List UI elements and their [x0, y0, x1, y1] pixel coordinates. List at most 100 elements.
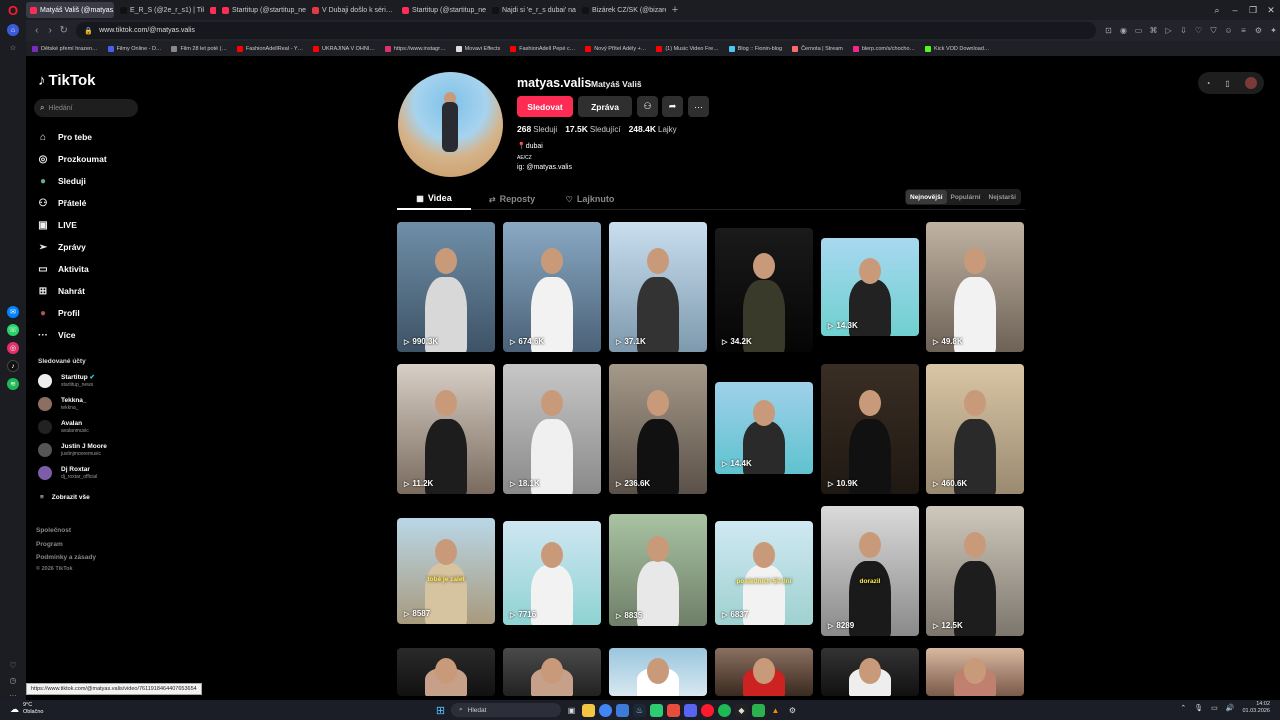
follow-button[interactable]: Sledovat [517, 96, 573, 117]
following-account[interactable]: Justin J Moore justinjmooremusic [38, 443, 107, 457]
sidebar-item-více[interactable]: ··· Více [36, 324, 107, 346]
show-all-button[interactable]: ≡ Zobrazit vše [40, 494, 90, 501]
spotify-icon[interactable]: ≋ [7, 378, 19, 390]
search-input[interactable]: ⌕ Hledání [34, 99, 138, 117]
video-thumbnail[interactable]: ▷ 8835 [609, 514, 707, 626]
star-icon[interactable]: ☆ [7, 42, 19, 54]
app-icon-2[interactable] [667, 703, 680, 717]
heart-icon[interactable]: ♡ [9, 661, 16, 670]
messenger-icon[interactable]: ✉ [7, 306, 19, 318]
edge-icon[interactable] [616, 703, 629, 717]
epic-icon[interactable]: ◆ [735, 703, 748, 717]
video-thumbnail[interactable]: ▷ 7716 [503, 521, 601, 625]
spotify-icon[interactable] [718, 703, 731, 717]
url-field[interactable]: 🔒 www.tiktok.com/@matyas.valis [76, 22, 1097, 39]
bookmark-item[interactable]: Černota | Stream [792, 45, 843, 52]
user-avatar-icon[interactable] [1244, 77, 1257, 89]
video-thumbnail[interactable]: ▷ 11.2K [397, 364, 495, 494]
close-window-button[interactable]: ✕ [1262, 5, 1280, 16]
video-thumbnail[interactable]: ▷ 236.6K [609, 364, 707, 494]
footer-link[interactable]: Podmínky a zásady [36, 554, 96, 561]
compass-icon[interactable]: ◔ [1205, 79, 1210, 88]
more-icon[interactable]: ··· [9, 691, 17, 700]
translate-icon[interactable]: ⌘ [1147, 24, 1160, 37]
video-thumbnail[interactable]: ▷ 37.1K [609, 222, 707, 352]
account-icon[interactable]: ☺ [1222, 24, 1235, 37]
play-icon[interactable]: ▷ [1162, 24, 1175, 37]
browser-tab[interactable]: Najdi si 'e_r_s dubai' na T… [488, 2, 576, 18]
bookmark-item[interactable]: Film 28 let poté (… [171, 45, 227, 52]
vlc-icon[interactable]: ▲ [769, 704, 782, 717]
camera-icon[interactable]: ◉ [1117, 24, 1130, 37]
network-icon[interactable]: ▭ [1211, 704, 1218, 712]
sidebar-item-sleduji[interactable]: ● Sleduji [36, 170, 107, 192]
video-thumbnail[interactable]: ▷ 990.3K [397, 222, 495, 352]
extensions-icon[interactable]: ⊡ [1102, 24, 1115, 37]
new-tab-button[interactable]: + [668, 4, 682, 16]
settings-icon[interactable]: ⚙ [786, 704, 799, 717]
menu-icon[interactable]: ≡ [1237, 24, 1250, 37]
sidebar-item-prozkoumat[interactable]: ◎ Prozkoumat [36, 148, 107, 170]
video-thumbnail[interactable] [609, 648, 707, 696]
sidebar-item-aktivita[interactable]: ▭ Aktivita [36, 258, 107, 280]
following-account[interactable]: Tekkna_ tekkna_ [38, 397, 87, 411]
taskbar-search[interactable]: ⌕ Hledat [451, 703, 561, 717]
history-icon[interactable]: ◷ [10, 676, 17, 685]
tab-reposty[interactable]: ⇄ Reposty [475, 188, 549, 210]
sidebar-item-pro-tebe[interactable]: ⌂ Pro tebe [36, 126, 107, 148]
bookmark-item[interactable]: https://www.instagr… [384, 45, 446, 52]
bookmark-item[interactable]: FashionAdellReal - Y… [236, 45, 303, 52]
bookmark-item[interactable]: FashionAdell Pepé c… [510, 45, 575, 52]
video-thumbnail[interactable]: ▷ 14.4K [715, 382, 813, 474]
share-icon[interactable]: ➦ [662, 96, 683, 117]
clock[interactable]: 14:02 01.03.2026 [1242, 701, 1270, 715]
settings-icon[interactable]: ⚙ [1252, 24, 1265, 37]
pip-icon[interactable]: ▭ [1132, 24, 1145, 37]
add-friend-icon[interactable]: ⚇ [637, 96, 658, 117]
bookmark-item[interactable]: Dětské přemí hrazen… [32, 45, 98, 52]
browser-tab[interactable]: V Dubaji došlo k séri… [308, 2, 396, 18]
following-account[interactable]: Avalan avalanmusic [38, 420, 89, 434]
footer-link[interactable]: Společnost [36, 527, 71, 534]
tiktok-icon[interactable]: ♪ [7, 360, 19, 372]
browser-tab[interactable]: Matyáš Vališ (@matyas.vali… [26, 2, 114, 18]
steam-icon[interactable]: ♨ [633, 703, 646, 717]
tab-videa[interactable]: ▦ Videa [397, 188, 471, 210]
browser-tab[interactable] [206, 2, 216, 18]
tiktok-logo[interactable]: ♪ TikTok [38, 72, 95, 89]
back-icon[interactable]: ‹ [30, 25, 43, 36]
download-icon[interactable]: ⇩ [1177, 24, 1190, 37]
browser-tab[interactable]: Bizárek CZ/SK (@bizarek… [578, 2, 666, 18]
instagram-icon[interactable]: ◎ [7, 342, 19, 354]
video-thumbnail[interactable]: ▷ 674.6K [503, 222, 601, 352]
windows-start-icon[interactable]: ⊞ [434, 704, 447, 717]
video-thumbnail[interactable]: ▷ 12.5K [926, 506, 1024, 636]
minimize-button[interactable]: – [1226, 5, 1244, 15]
video-thumbnail[interactable] [821, 648, 919, 696]
whatsapp-icon[interactable]: ☏ [7, 324, 19, 336]
sort-option[interactable]: Nejnovější [906, 190, 947, 204]
following-account[interactable]: Dj Roxtar dj_roxtar_official [38, 466, 97, 480]
app-icon-3[interactable] [752, 703, 765, 717]
video-thumbnail[interactable] [715, 648, 813, 696]
task-view-icon[interactable]: ▣ [565, 704, 578, 717]
opera-menu-icon[interactable]: O [0, 0, 26, 20]
reload-icon[interactable]: ↻ [57, 25, 70, 36]
sidebar-item-zprávy[interactable]: ➢ Zprávy [36, 236, 107, 258]
browser-tab[interactable]: Startitup (@startitup_new… [218, 2, 306, 18]
video-thumbnail[interactable]: ▷ 18.1K [503, 364, 601, 494]
video-thumbnail[interactable]: ▷ 10.9K [821, 364, 919, 494]
opera-icon[interactable] [701, 703, 714, 717]
message-button[interactable]: Zpráva [578, 96, 632, 117]
bookmark-item[interactable]: UKRAJINA V OHNI… [313, 45, 375, 52]
video-thumbnail[interactable]: ▷ 34.2K [715, 228, 813, 352]
weather-widget[interactable]: ☁ 9°C Oblačno [10, 702, 44, 716]
forward-icon[interactable]: › [43, 25, 56, 36]
sort-option[interactable]: Nejstarší [985, 190, 1020, 204]
volume-icon[interactable]: 🔊 [1226, 704, 1235, 712]
home-icon[interactable]: ⌂ [7, 24, 19, 36]
video-thumbnail[interactable] [926, 648, 1024, 696]
more-options-icon[interactable]: ··· [688, 96, 709, 117]
chrome-icon[interactable] [599, 703, 612, 717]
sidebar-item-live[interactable]: ▣ LIVE [36, 214, 107, 236]
